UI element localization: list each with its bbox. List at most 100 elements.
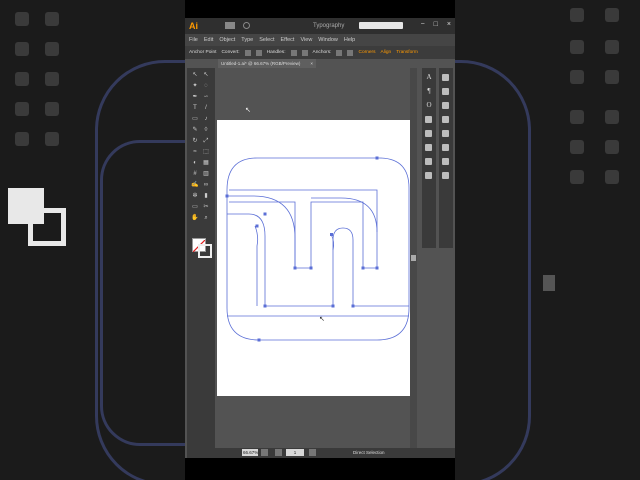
opentype-icon[interactable]: O (425, 102, 433, 109)
show-handles-icon[interactable] (290, 49, 297, 56)
menu-type[interactable]: Type (241, 37, 253, 43)
vertical-scrollbar[interactable] (410, 68, 417, 448)
cut-path-icon[interactable] (347, 49, 354, 56)
search-input[interactable] (359, 22, 403, 29)
gradient-panel-icon[interactable] (442, 102, 449, 109)
previous-artboard-icon[interactable] (275, 449, 282, 456)
minimize-button[interactable]: − (421, 21, 425, 28)
direct-selection-icon[interactable]: ↖ (202, 72, 210, 79)
align-link[interactable]: Align (381, 50, 392, 55)
gradient-icon[interactable]: ▥ (202, 171, 210, 178)
stroke-swatch[interactable] (198, 244, 212, 258)
perspective-icon[interactable]: ▦ (202, 160, 210, 167)
remove-anchor-icon[interactable] (336, 49, 343, 56)
right-inner-wave-path (332, 227, 409, 307)
shape-builder-icon[interactable]: ◐ (191, 160, 199, 167)
rectangle-icon[interactable]: ▭ (191, 116, 199, 123)
mouse-cursor-icon: ↖ (245, 107, 251, 114)
symbols-icon[interactable] (425, 158, 432, 165)
color-icon[interactable] (425, 116, 432, 123)
menu-select[interactable]: Select (259, 37, 274, 43)
convert-corner-icon[interactable] (255, 49, 262, 56)
selection-icon[interactable]: ↖ (191, 72, 199, 79)
scale-icon[interactable]: ⤢ (202, 138, 210, 145)
hide-handles-icon[interactable] (301, 49, 308, 56)
align-icon[interactable] (442, 144, 449, 151)
eyedropper-icon[interactable]: ✍ (191, 182, 199, 189)
current-tool-status[interactable]: Direct Selection (353, 450, 385, 455)
mid-wave-path (311, 197, 378, 233)
blend-icon[interactable]: ∞ (202, 182, 210, 189)
anchor-point (330, 233, 333, 236)
next-artboard-icon[interactable] (309, 449, 316, 456)
zoom-icon[interactable]: ⌕ (202, 215, 210, 222)
symbol-sprayer-icon[interactable]: ✼ (191, 193, 199, 200)
workspace-switcher[interactable]: Typography (313, 23, 344, 29)
transform-icon[interactable] (442, 172, 449, 179)
graphic-styles-icon[interactable] (425, 172, 432, 179)
illustrator-window: Ai Typography − □ × File Edit Object Typ… (185, 18, 455, 458)
appearance-icon[interactable] (442, 130, 449, 137)
anchor-point-label: Anchor Point (189, 50, 217, 55)
layers-icon[interactable] (442, 74, 449, 81)
stroke-icon[interactable] (442, 88, 449, 95)
brushes-icon[interactable] (425, 144, 432, 151)
magic-wand-icon[interactable]: ✦ (191, 83, 199, 90)
line-icon[interactable]: / (202, 105, 210, 112)
artboard-navigation[interactable]: 1 (286, 449, 304, 456)
artboard[interactable] (217, 120, 413, 396)
gpu-performance-icon[interactable] (243, 22, 250, 29)
rotate-icon[interactable]: ↻ (191, 138, 199, 145)
menu-effect[interactable]: Effect (281, 37, 295, 43)
canvas-area[interactable]: ↖ ↖ (215, 68, 417, 448)
swatches-icon[interactable] (425, 130, 432, 137)
lasso-icon[interactable]: ◌ (202, 83, 210, 90)
menu-bar: File Edit Object Type Select Effect View… (185, 34, 455, 46)
artboard-icon[interactable]: ▭ (191, 204, 199, 211)
menu-object[interactable]: Object (219, 37, 235, 43)
transparency-icon[interactable] (442, 116, 449, 123)
menu-view[interactable]: View (300, 37, 312, 43)
column-graph-icon[interactable]: ▮ (202, 193, 210, 200)
transform-link[interactable]: Transform (396, 50, 418, 55)
control-bar: Anchor Point Convert: Handles: Anchors: … (185, 46, 455, 59)
close-button[interactable]: × (447, 21, 451, 28)
menu-window[interactable]: Window (318, 37, 338, 43)
corners-link[interactable]: Corners (358, 50, 375, 55)
slice-icon[interactable]: ✂ (202, 204, 210, 211)
window-controls: − □ × (421, 21, 451, 28)
menu-file[interactable]: File (189, 37, 198, 43)
anchor-point (331, 304, 335, 308)
vertical-scroll-thumb[interactable] (411, 255, 416, 261)
pen-icon[interactable]: ✒ (191, 94, 199, 101)
pathfinder-icon[interactable] (442, 158, 449, 165)
character-icon[interactable]: A (425, 74, 433, 81)
hand-icon[interactable]: ✋ (191, 215, 199, 222)
free-transform-icon[interactable]: ⬚ (202, 149, 210, 156)
anchor-point (255, 224, 259, 228)
maximize-button[interactable]: □ (434, 21, 438, 28)
paintbrush-icon[interactable]: ♪ (202, 116, 210, 123)
curvature-icon[interactable]: ∽ (202, 94, 210, 101)
right-backdrop (455, 0, 640, 480)
eraser-icon[interactable]: ◊ (202, 127, 210, 134)
status-bar: 66.67% 1 Direct Selection (215, 448, 455, 458)
menu-edit[interactable]: Edit (204, 37, 213, 43)
pencil-icon[interactable]: ✎ (191, 127, 199, 134)
zoom-level-field[interactable]: 66.67% (242, 449, 258, 456)
menu-help[interactable]: Help (344, 37, 355, 43)
document-tab[interactable]: Untitled-1.ai* @ 66.67% (RGB/Preview) × (218, 59, 316, 68)
rotate-view-icon[interactable] (261, 449, 268, 456)
paragraph-icon[interactable]: ¶ (425, 88, 433, 95)
inner-top-path (229, 189, 378, 269)
close-document-button[interactable]: × (310, 59, 313, 68)
anchor-point (263, 212, 267, 216)
width-icon[interactable]: ≈ (191, 149, 199, 156)
artwork-paths[interactable] (217, 120, 413, 396)
type-icon[interactable]: T (191, 105, 199, 112)
left-inner-wave-path (227, 213, 333, 307)
arrange-documents-icon[interactable] (225, 22, 235, 29)
panel-dock-column-1: A ¶ O (422, 68, 436, 248)
convert-smooth-icon[interactable] (244, 49, 251, 56)
mesh-icon[interactable]: # (191, 171, 199, 178)
